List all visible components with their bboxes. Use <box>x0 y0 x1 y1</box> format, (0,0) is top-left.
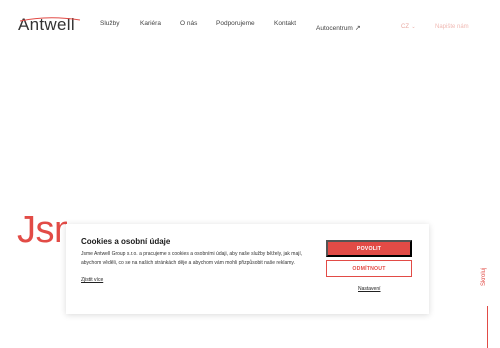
scroll-indicator-label[interactable]: Skroluj <box>481 268 487 286</box>
language-selector[interactable]: CZ ⌄ <box>401 24 416 30</box>
cookie-settings-link[interactable]: Nastavení <box>358 286 381 292</box>
nav-autocentrum[interactable]: Autocentrum ↗ <box>316 24 361 32</box>
language-label: CZ <box>401 24 409 30</box>
chevron-down-icon: ⌄ <box>410 24 416 30</box>
cookie-deny-button[interactable]: ODMÍTNOUT <box>326 260 412 277</box>
cookie-title: Cookies a osobní údaje <box>81 237 171 246</box>
nav-o-nas[interactable]: O nás <box>180 20 197 27</box>
logo-swoosh-icon <box>19 17 81 22</box>
nav-autocentrum-label: Autocentrum <box>316 25 353 32</box>
cookie-details-link[interactable]: Zjistit více <box>81 277 103 283</box>
cookie-consent-dialog: Cookies a osobní údaje Jsme Antwell Grou… <box>66 224 429 314</box>
antwell-logo[interactable]: Antwell <box>18 15 81 35</box>
nav-kariera[interactable]: Kariéra <box>140 20 161 27</box>
hero-title: Jsme <box>17 209 67 251</box>
contact-cta[interactable]: Napište nám <box>435 24 469 30</box>
nav-podporujeme[interactable]: Podporujeme <box>216 20 255 27</box>
cookie-allow-button[interactable]: POVOLIT <box>326 240 412 257</box>
cookie-text: Jsme Antwell Group s.r.o. a pracujeme s … <box>81 251 303 266</box>
nav-sluzby[interactable]: Služby <box>100 20 120 27</box>
external-link-icon: ↗ <box>354 25 361 32</box>
scroll-indicator-line <box>487 306 488 348</box>
nav-kontakt[interactable]: Kontakt <box>274 20 296 27</box>
